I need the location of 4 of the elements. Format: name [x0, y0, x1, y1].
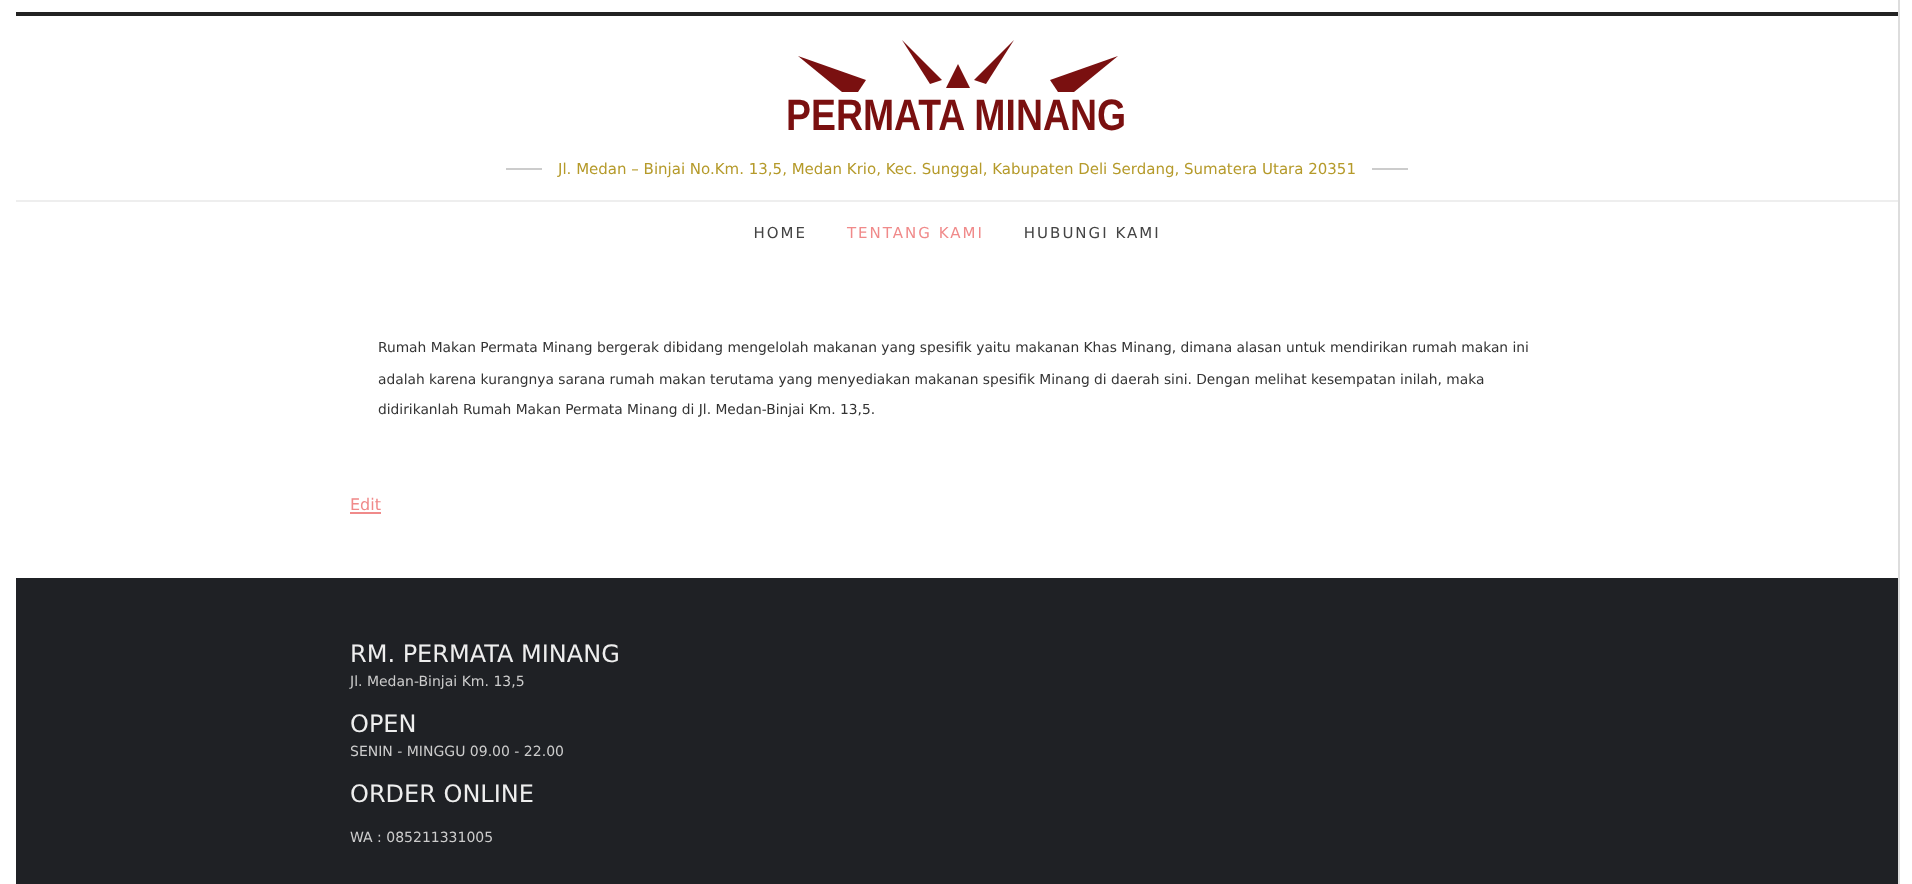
footer-heading: ORDER ONLINE [350, 778, 536, 810]
logo[interactable]: PERMATA MINANG [756, 40, 1158, 144]
footer-heading: RM. PERMATA MINANG [350, 638, 622, 670]
footer-heading: OPEN [350, 708, 419, 740]
